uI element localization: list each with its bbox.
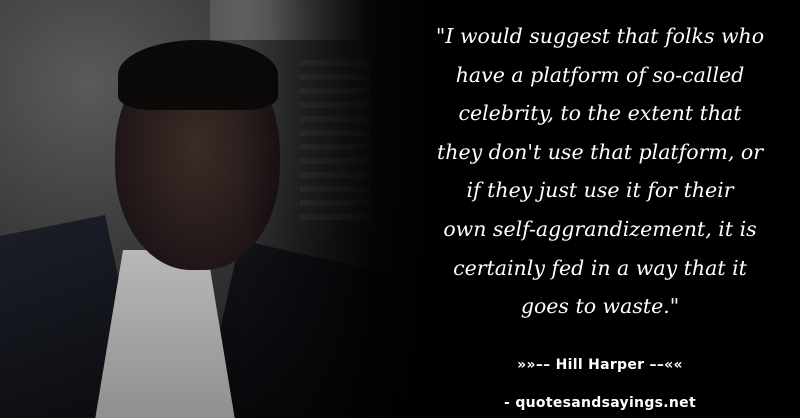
quote-author: »»–– Hill Harper ––««	[517, 357, 683, 373]
quote-line: have a platform of so-called	[455, 62, 745, 87]
photo-fade-overlay	[0, 0, 440, 418]
quote-text: "I would suggest that folks who have a p…	[400, 17, 800, 326]
quote-image: "I would suggest that folks who have a p…	[0, 0, 800, 418]
quote-line: certainly fed in a way that it	[453, 255, 747, 280]
quote-line: if they just use it for their	[466, 178, 734, 203]
portrait-photo	[0, 0, 440, 418]
quote-line: goes to waste."	[520, 294, 680, 319]
source-website: - quotesandsayings.net	[504, 395, 696, 411]
quote-line: own self-aggrandizement, it is	[443, 216, 757, 241]
quote-line: celebrity, to the extent that	[458, 101, 742, 126]
quote-line: "I would suggest that folks who	[435, 24, 765, 48]
quote-line: they don't use that platform, or	[437, 139, 763, 164]
